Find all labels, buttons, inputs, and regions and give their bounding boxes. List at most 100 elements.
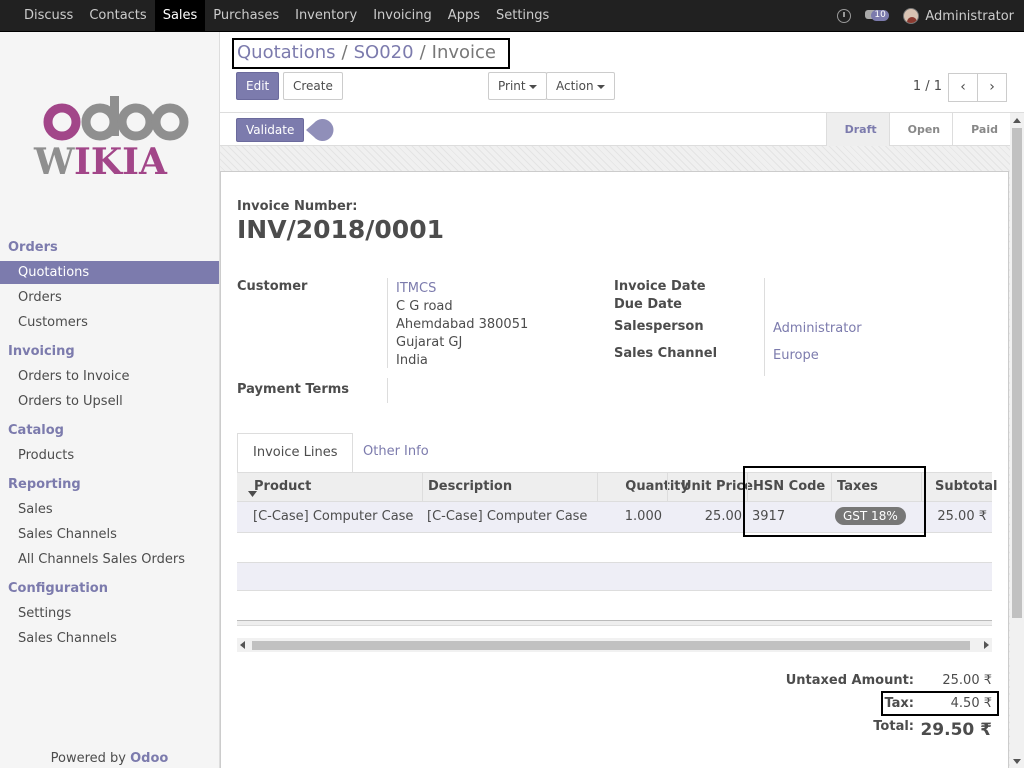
sidebar-item-orders-to-upsell[interactable]: Orders to Upsell <box>0 390 219 413</box>
sidebar-item-config-sales-channels[interactable]: Sales Channels <box>0 627 219 650</box>
sidebar-item-customers[interactable]: Customers <box>0 311 219 334</box>
tab-invoice-lines[interactable]: Invoice Lines <box>237 433 354 473</box>
messaging-icon[interactable]: 10 <box>865 8 889 24</box>
validate-button[interactable]: Validate <box>236 118 305 142</box>
invoice-date-label: Invoice Date <box>614 279 706 294</box>
caret-down-icon <box>528 84 537 89</box>
sales-channel-label: Sales Channel <box>614 346 718 361</box>
stage-paid[interactable]: Paid <box>952 113 1010 146</box>
menu-contacts[interactable]: Contacts <box>81 0 154 32</box>
scroll-down-icon[interactable] <box>1013 759 1021 764</box>
stage-open[interactable]: Open <box>888 113 953 146</box>
address-line: India <box>396 353 428 368</box>
pager-next-button[interactable]: › <box>977 73 1007 102</box>
sidebar-item-quotations[interactable]: Quotations <box>0 261 219 284</box>
column-description[interactable]: Description <box>428 473 512 502</box>
avatar[interactable] <box>903 8 920 24</box>
table-footer <box>237 620 992 626</box>
create-button[interactable]: Create <box>283 72 343 100</box>
tour-tip-icon[interactable] <box>304 117 338 143</box>
stage-draft[interactable]: Draft <box>825 113 889 146</box>
customer-label: Customer <box>237 279 308 294</box>
total-amount: 29.50 ₹ <box>920 720 992 740</box>
hscroll-thumb[interactable] <box>252 641 970 650</box>
caret-down-icon <box>596 84 605 89</box>
sidebar-item-sales-channels[interactable]: Sales Channels <box>0 523 219 546</box>
scroll-right-icon[interactable] <box>984 641 989 649</box>
scroll-left-icon[interactable] <box>240 641 245 649</box>
menu-discuss[interactable]: Discuss <box>16 0 81 32</box>
cell-unit-price: 25.00 <box>704 509 742 524</box>
column-subtotal[interactable]: Subtotal <box>935 473 998 502</box>
edit-button[interactable]: Edit <box>236 72 280 100</box>
action-label: Action <box>556 79 594 93</box>
column-product[interactable]: Product <box>254 473 311 502</box>
breadcrumb-separator: / <box>419 42 426 63</box>
section-configuration: Configuration <box>8 581 108 596</box>
pager-value[interactable]: 1 / 1 <box>913 79 942 94</box>
breadcrumb-so020[interactable]: SO020 <box>354 42 414 63</box>
untaxed-amount: 25.00 ₹ <box>942 673 992 688</box>
pager-previous-button[interactable]: ‹ <box>948 73 978 102</box>
cell-product: [C-Case] Computer Case <box>253 509 414 524</box>
top-navbar: Discuss Contacts Sales Purchases Invento… <box>0 0 1024 32</box>
powered-by: Powered by Odoo <box>0 751 219 766</box>
breadcrumb-separator: / <box>341 42 348 63</box>
systray: 10 Administrator <box>837 0 1024 32</box>
untaxed-amount-label: Untaxed Amount: <box>785 673 914 688</box>
sidebar-item-settings[interactable]: Settings <box>0 602 219 625</box>
powered-by-label: Powered by <box>50 751 126 766</box>
print-dropdown[interactable]: Print <box>488 72 547 100</box>
user-menu[interactable]: Administrator <box>925 9 1014 24</box>
section-invoicing: Invoicing <box>8 344 75 359</box>
scroll-up-icon[interactable] <box>1013 118 1021 123</box>
app-menu: Discuss Contacts Sales Purchases Invento… <box>0 0 557 32</box>
customer-link[interactable]: ITMCS <box>396 281 436 296</box>
sidebar-item-all-channels-sales-orders[interactable]: All Channels Sales Orders <box>0 548 219 571</box>
address-line: Gujarat GJ <box>396 335 463 350</box>
tax-amount: 4.50 ₹ <box>950 696 992 711</box>
svg-text:IKIA: IKIA <box>74 141 168 183</box>
sidebar-item-sales[interactable]: Sales <box>0 498 219 521</box>
tab-other-info[interactable]: Other Info <box>348 433 444 473</box>
menu-purchases[interactable]: Purchases <box>205 0 287 32</box>
action-dropdown[interactable]: Action <box>546 72 615 100</box>
sidebar-item-products[interactable]: Products <box>0 444 219 467</box>
address-line: Ahemdabad 380051 <box>396 317 529 332</box>
cell-description: [C-Case] Computer Case <box>427 509 588 524</box>
menu-settings[interactable]: Settings <box>488 0 557 32</box>
odoo-link[interactable]: Odoo <box>130 751 168 766</box>
salesperson-label: Salesperson <box>614 319 704 334</box>
payment-terms-label: Payment Terms <box>237 382 350 397</box>
invoice-number: INV/2018/0001 <box>237 215 444 244</box>
sidebar-item-orders-to-invoice[interactable]: Orders to Invoice <box>0 365 219 388</box>
section-catalog: Catalog <box>8 423 64 438</box>
breadcrumb-quotations[interactable]: Quotations <box>237 42 336 63</box>
status-stages: Draft Open Paid <box>825 113 1010 146</box>
section-orders: Orders <box>8 240 58 255</box>
print-label: Print <box>498 79 526 93</box>
menu-inventory[interactable]: Inventory <box>287 0 365 32</box>
menu-invoicing[interactable]: Invoicing <box>365 0 440 32</box>
invoice-number-label: Invoice Number: <box>237 199 358 214</box>
cell-quantity: 1.000 <box>624 509 662 524</box>
scroll-thumb[interactable] <box>1012 128 1022 618</box>
vertical-scrollbar[interactable] <box>1010 113 1024 768</box>
cell-subtotal: 25.00 ₹ <box>937 509 987 524</box>
sidebar-item-orders[interactable]: Orders <box>0 286 219 309</box>
salesperson-link[interactable]: Administrator <box>773 321 862 336</box>
menu-sales[interactable]: Sales <box>154 0 206 32</box>
empty-row <box>237 562 992 591</box>
breadcrumb-current: Invoice <box>431 42 497 63</box>
tax-label: Tax: <box>884 696 914 711</box>
sales-channel-link[interactable]: Europe <box>773 348 819 363</box>
hsn-taxes-highlight <box>743 466 926 537</box>
status-bar: Validate Draft Open Paid <box>220 113 1010 146</box>
column-quantity[interactable]: Quantity <box>609 473 689 502</box>
activity-clock-icon[interactable] <box>837 9 852 23</box>
section-reporting: Reporting <box>8 477 81 492</box>
svg-text:W: W <box>33 141 75 183</box>
horizontal-scrollbar[interactable] <box>237 638 992 652</box>
message-count-badge: 10 <box>871 10 889 21</box>
menu-apps[interactable]: Apps <box>440 0 488 32</box>
